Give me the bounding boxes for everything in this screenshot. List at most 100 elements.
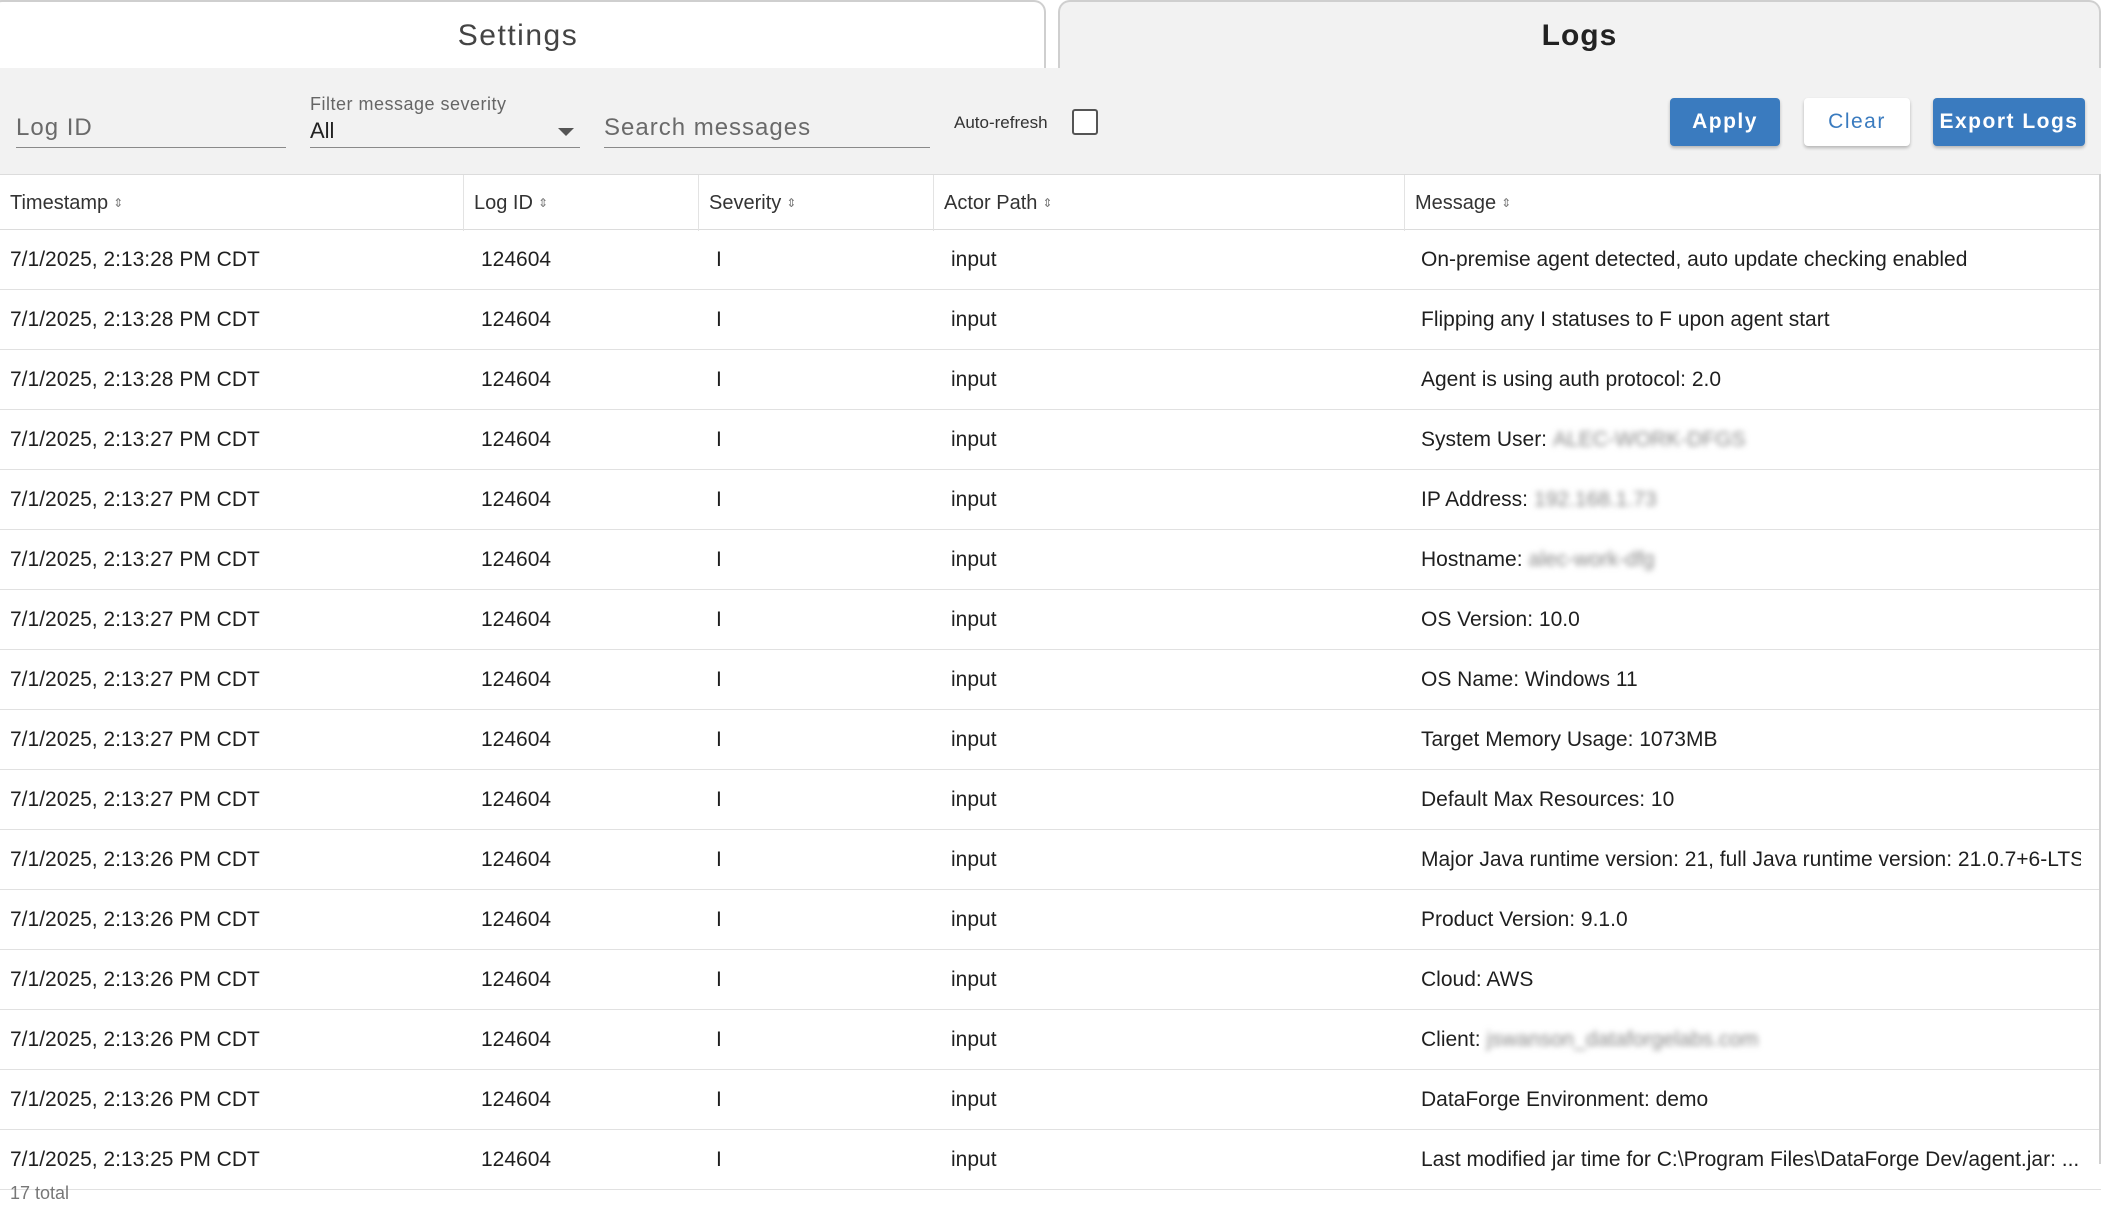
clear-button[interactable]: Clear [1804, 98, 1910, 146]
sort-icon[interactable]: ⇕ [1042, 197, 1052, 209]
column-header-timestamp[interactable]: Timestamp ⇕ [0, 175, 463, 231]
table-row[interactable]: 7/1/2025, 2:13:28 PM CDT 124604 Iinput Agen… [0, 350, 2101, 410]
cell-message: OS Name: Windows 11 [1421, 650, 2081, 710]
table-row[interactable]: 7/1/2025, 2:13:27 PM CDT 124604 Iinput Host… [0, 530, 2101, 590]
column-header-log-id[interactable]: Log ID ⇕ [463, 175, 698, 231]
table-row[interactable]: 7/1/2025, 2:13:28 PM CDT 124604 Iinput Flip… [0, 290, 2101, 350]
cell-timestamp: 7/1/2025, 2:13:26 PM CDT [10, 950, 450, 1010]
table-row[interactable]: 7/1/2025, 2:13:27 PM CDT 124604 Iinput OS V… [0, 590, 2101, 650]
tab-logs[interactable]: Logs [1058, 0, 2101, 70]
chevron-down-icon[interactable] [558, 128, 574, 136]
export-logs-button[interactable]: Export Logs [1933, 98, 2085, 146]
cell-actor-path-text: input [951, 908, 997, 931]
table-header: Timestamp ⇕ Log ID ⇕ Severity ⇕ Actor Path ⇕… [0, 174, 2101, 231]
table-row[interactable]: 7/1/2025, 2:13:26 PM CDT 124604 Iinput Clie… [0, 1010, 2101, 1070]
search-messages-field[interactable] [604, 114, 930, 148]
sort-icon[interactable]: ⇕ [113, 197, 123, 209]
cell-actor-path: input [951, 650, 1401, 710]
cell-log-id: 124604 [481, 350, 701, 410]
cell-severity: I [716, 530, 936, 590]
table-row[interactable]: 7/1/2025, 2:13:27 PM CDT 124604 Iinput Targ… [0, 710, 2101, 770]
sort-icon[interactable]: ⇕ [786, 197, 796, 209]
cell-message-text: On-premise agent detected, auto update c… [1421, 248, 1968, 271]
column-header-label: Timestamp [10, 191, 109, 214]
row-count: 17 total [10, 1183, 70, 1203]
table-row[interactable]: 7/1/2025, 2:13:28 PM CDT 124604 Iinput On-p… [0, 230, 2101, 290]
cell-log-id-text: 124604 [481, 968, 552, 991]
cell-severity-text: I [716, 908, 722, 931]
cell-timestamp: 7/1/2025, 2:13:28 PM CDT [10, 350, 450, 410]
table-row[interactable]: 7/1/2025, 2:13:25 PM CDT 124604 Iinput Last… [0, 1130, 2101, 1190]
cell-severity-text: I [716, 848, 722, 871]
cell-severity-text: I [716, 788, 722, 811]
table-row[interactable]: 7/1/2025, 2:13:27 PM CDT 124604 Iinput IP A… [0, 470, 2101, 530]
log-id-input[interactable] [16, 114, 286, 142]
cell-log-id-text: 124604 [481, 1088, 552, 1111]
cell-log-id-text: 124604 [481, 488, 552, 511]
cell-log-id: 124604 [481, 650, 701, 710]
table-row[interactable]: 7/1/2025, 2:13:27 PM CDT 124604 Iinput Defa… [0, 770, 2101, 830]
cell-timestamp: 7/1/2025, 2:13:27 PM CDT [10, 710, 450, 770]
cell-actor-path: input [951, 230, 1401, 290]
table-row[interactable]: 7/1/2025, 2:13:26 PM CDT 124604 Iinput Data… [0, 1070, 2101, 1130]
search-messages-input[interactable] [604, 114, 930, 142]
column-header-actor-path[interactable]: Actor Path ⇕ [933, 175, 1404, 231]
cell-severity: I [716, 950, 936, 1010]
table-body: 7/1/2025, 2:13:28 PM CDT 124604 Iinput On-p… [0, 230, 2101, 1190]
cell-actor-path: input [951, 590, 1401, 650]
cell-severity: I [716, 590, 936, 650]
severity-select-label: Filter message severity [310, 94, 507, 114]
auto-refresh-checkbox[interactable] [1072, 109, 1098, 135]
cell-log-id-text: 124604 [481, 788, 552, 811]
cell-log-id: 124604 [481, 830, 701, 890]
cell-log-id: 124604 [481, 770, 701, 830]
cell-severity: I [716, 470, 936, 530]
cell-log-id-text: 124604 [481, 848, 552, 871]
table-row[interactable]: 7/1/2025, 2:13:26 PM CDT 124604 Iinput Prod… [0, 890, 2101, 950]
cell-actor-path: input [951, 290, 1401, 350]
cell-timestamp-text: 7/1/2025, 2:13:28 PM CDT [10, 248, 260, 271]
cell-log-id-text: 124604 [481, 248, 552, 271]
sort-icon[interactable]: ⇕ [538, 197, 548, 209]
cell-severity-text: I [716, 488, 722, 511]
table-row[interactable]: 7/1/2025, 2:13:27 PM CDT 124604 Iinput OS N… [0, 650, 2101, 710]
column-header-message[interactable]: Message ⇕ [1404, 175, 2101, 231]
cell-timestamp: 7/1/2025, 2:13:27 PM CDT [10, 590, 450, 650]
cell-log-id-text: 124604 [481, 608, 552, 631]
column-header-severity[interactable]: Severity ⇕ [698, 175, 933, 231]
log-id-field[interactable] [16, 114, 286, 148]
cell-log-id-text: 124604 [481, 548, 552, 571]
cell-message-text: Last modified jar time for C:\Program Fi… [1421, 1148, 2080, 1171]
cell-timestamp-text: 7/1/2025, 2:13:26 PM CDT [10, 968, 260, 991]
cell-timestamp: 7/1/2025, 2:13:26 PM CDT [10, 890, 450, 950]
cell-message: Flipping any I statuses to F upon agent … [1421, 290, 2081, 350]
cell-severity: I [716, 650, 936, 710]
cell-message: OS Version: 10.0 [1421, 590, 2081, 650]
column-header-label: Log ID [474, 191, 533, 214]
cell-actor-path-text: input [951, 788, 997, 811]
cell-severity-text: I [716, 1088, 722, 1111]
cell-actor-path-text: input [951, 488, 997, 511]
cell-log-id: 124604 [481, 1070, 701, 1130]
cell-actor-path-text: input [951, 848, 997, 871]
tab-settings[interactable]: Settings [0, 0, 1046, 70]
table-row[interactable]: 7/1/2025, 2:13:26 PM CDT 124604 Iinput Clou… [0, 950, 2101, 1010]
cell-actor-path-text: input [951, 308, 997, 331]
redacted-value: alec-work-dfg [1528, 548, 1655, 571]
table-row[interactable]: 7/1/2025, 2:13:26 PM CDT 124604 Iinput Majo… [0, 830, 2101, 890]
severity-select[interactable]: Filter message severity All [310, 94, 580, 148]
cell-timestamp: 7/1/2025, 2:13:27 PM CDT [10, 410, 450, 470]
sort-icon[interactable]: ⇕ [1501, 197, 1511, 209]
redacted-value: 192.168.1.73 [1534, 488, 1657, 511]
column-header-label: Message [1415, 191, 1497, 214]
cell-message-text: Hostname: [1421, 548, 1523, 571]
cell-log-id-text: 124604 [481, 728, 552, 751]
cell-actor-path: input [951, 470, 1401, 530]
column-header-label: Severity [709, 191, 782, 214]
apply-button[interactable]: Apply [1670, 98, 1780, 146]
cell-severity: I [716, 350, 936, 410]
cell-actor-path: input [951, 530, 1401, 590]
cell-actor-path-text: input [951, 428, 997, 451]
cell-timestamp-text: 7/1/2025, 2:13:28 PM CDT [10, 368, 260, 391]
table-row[interactable]: 7/1/2025, 2:13:27 PM CDT 124604 Iinput Syst… [0, 410, 2101, 470]
